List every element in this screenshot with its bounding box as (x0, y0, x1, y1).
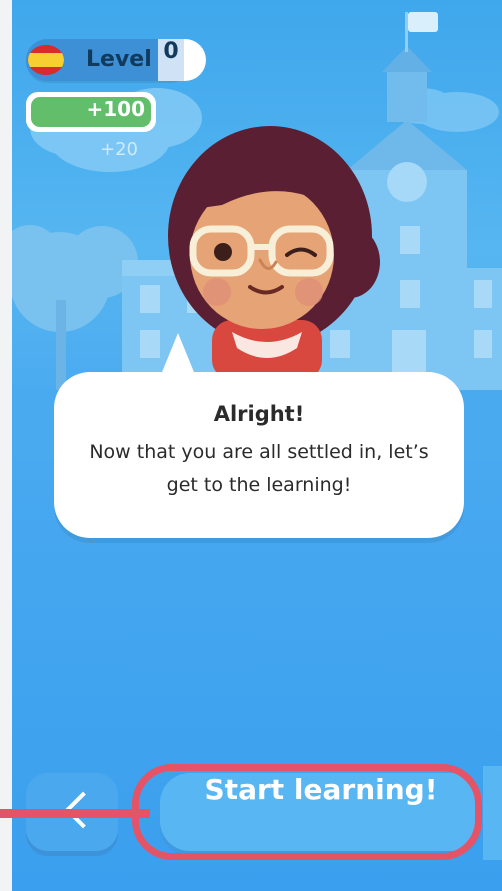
app-stage: Level 0 +100 +20 Alright! Now that you a… (0, 0, 502, 891)
xp-counter: +100 (26, 92, 156, 132)
level-number: 0 (163, 39, 179, 64)
dialog-title: Alright! (213, 402, 305, 426)
speech-bubble: Alright! Now that you are all settled in… (54, 372, 464, 538)
speech-bubble-tail (160, 333, 196, 377)
xp-gain: +20 (100, 139, 138, 160)
level-number-box: 0 (158, 39, 184, 81)
dialog-message: Now that you are all settled in, let’s g… (89, 441, 429, 496)
level-label: Level (86, 47, 152, 72)
spain-flag-icon (28, 45, 64, 75)
lesson-screen: Level 0 +100 +20 Alright! Now that you a… (12, 0, 502, 891)
highlight-pointer (0, 809, 150, 818)
highlight-ring (132, 764, 482, 860)
button-edge (483, 766, 502, 860)
xp-total: +100 (86, 97, 145, 121)
xp-bar-fill: +100 (31, 97, 151, 127)
